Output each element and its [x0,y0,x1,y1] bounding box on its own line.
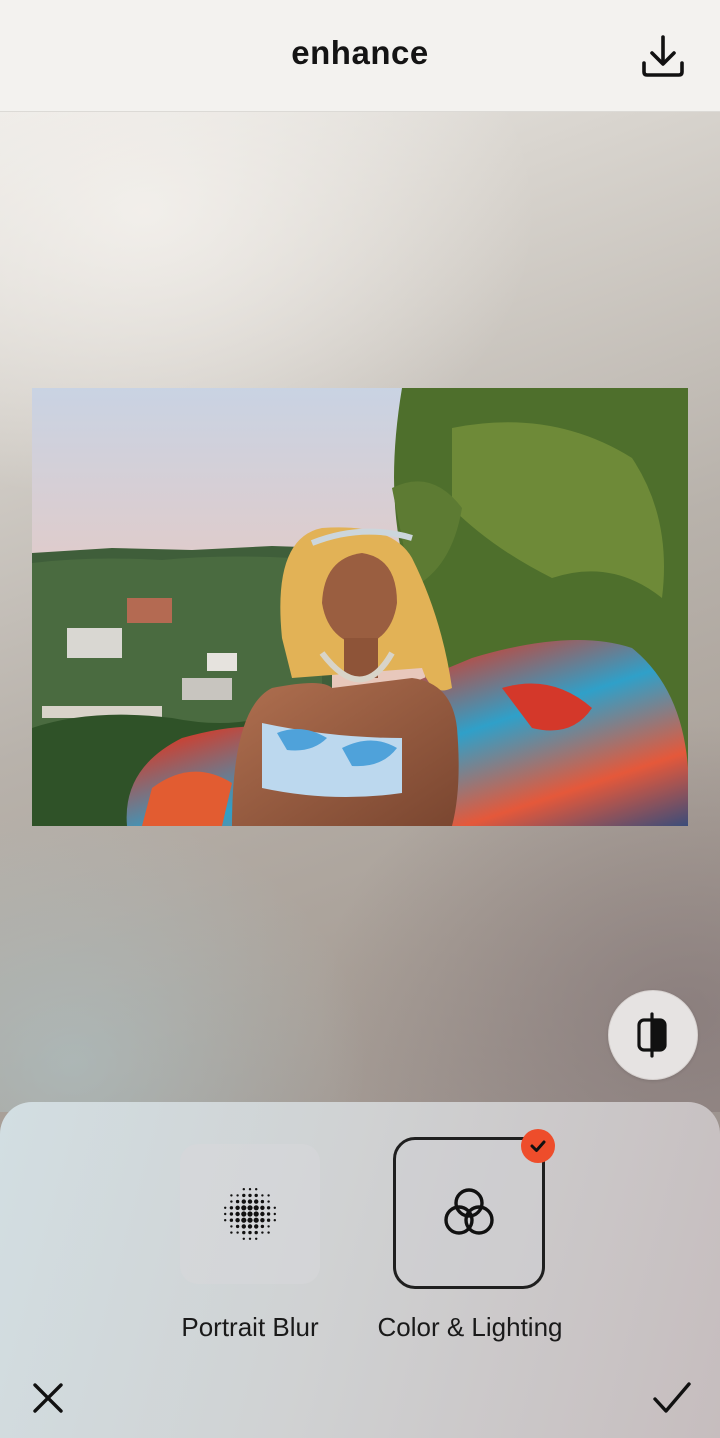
checkmark-icon [653,1382,691,1413]
blur-dot [247,1217,253,1223]
blur-dot [241,1224,246,1229]
blur-dot [236,1194,239,1197]
blur-dot [260,1199,265,1204]
dots-blur-icon [224,1188,276,1240]
blur-dot [255,1237,258,1240]
tool-color-lighting[interactable] [393,1137,545,1289]
blur-dot [247,1199,253,1204]
blur-dot [242,1188,245,1191]
blur-dot [253,1217,259,1223]
blur-dot [235,1211,240,1217]
photo-image [32,388,688,826]
blur-dot [247,1211,253,1217]
top-bar: enhance [0,0,720,112]
blur-dot [267,1194,270,1197]
blur-dot [261,1194,264,1197]
blur-dot [229,1206,234,1210]
blur-dot [255,1188,258,1191]
blur-dot [230,1225,233,1228]
blur-dot [242,1230,246,1235]
blur-dot [224,1212,227,1216]
blur-dot [266,1218,271,1222]
blur-dot [241,1199,246,1204]
tool-label-color-lighting: Color & Lighting [377,1312,563,1342]
blur-dot [224,1206,227,1209]
blur-dot [254,1193,258,1198]
blur-dot [224,1219,227,1222]
blur-dot [266,1206,271,1210]
blur-dot [260,1205,265,1210]
blur-dot [254,1224,259,1229]
tools-panel [0,1102,720,1438]
blur-dot [248,1188,252,1191]
blur-dot [260,1218,265,1223]
blur-dot [266,1212,271,1216]
blur-dot [242,1237,245,1240]
page-title: enhance [291,34,429,71]
blur-dot [254,1199,259,1204]
blur-dot [260,1224,265,1229]
tool-portrait-blur[interactable] [180,1144,320,1284]
selected-badge [521,1129,555,1163]
tool-label-portrait-blur: Portrait Blur [181,1312,319,1342]
blur-dot [230,1231,233,1234]
blur-dot [235,1199,240,1204]
blur-dot [247,1205,253,1211]
check-small-icon [530,1140,546,1152]
blur-dot [253,1205,259,1211]
blur-dot [273,1219,276,1222]
blur-dot [261,1231,264,1234]
blur-dot [242,1193,246,1198]
blur-dot [235,1224,240,1229]
blur-dot [241,1217,247,1223]
blur-dot [260,1211,265,1217]
photo-preview [32,388,688,826]
blur-dot [229,1212,234,1216]
blur-dot [235,1205,240,1210]
blur-dot [254,1230,258,1235]
close-icon [33,1383,63,1413]
blur-dot [273,1212,276,1216]
blur-dot [230,1200,233,1203]
compare-button[interactable] [608,990,698,1080]
blur-dot [248,1237,252,1240]
blur-dot [267,1225,270,1228]
download-button[interactable] [637,31,689,83]
blur-dot [248,1193,252,1198]
blur-dot [247,1224,253,1229]
blur-dot [248,1230,252,1235]
apply-button[interactable] [650,1378,694,1418]
blur-dot [241,1211,247,1217]
blur-dot [241,1205,247,1211]
blur-dot [267,1200,270,1203]
compare-split-icon [637,1012,667,1058]
blur-dot [230,1194,233,1197]
blur-dot [267,1231,270,1234]
cancel-button[interactable] [28,1378,68,1418]
blur-dot [253,1211,259,1217]
blur-dot [235,1218,240,1223]
interlocking-circles-icon [444,1188,494,1235]
download-icon [642,35,684,77]
blur-dot [229,1218,234,1222]
blur-dot [236,1231,239,1234]
blur-dot [273,1206,276,1209]
